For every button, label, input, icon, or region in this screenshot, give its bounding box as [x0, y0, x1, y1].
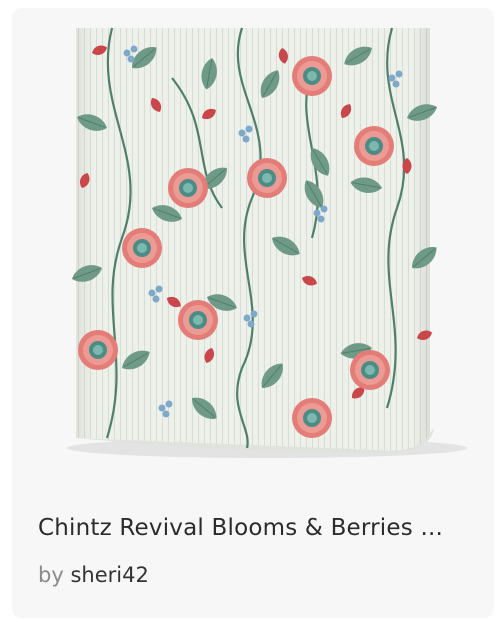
wallpaper-preview-image[interactable]	[12, 8, 494, 486]
product-title[interactable]: Chintz Revival Blooms & Berries ...	[38, 515, 478, 541]
by-prefix: by	[38, 563, 64, 587]
product-card[interactable]: Chintz Revival Blooms & Berries ... by s…	[12, 8, 494, 618]
designer-link[interactable]: sheri42	[70, 563, 148, 587]
designer-byline: by sheri42	[38, 563, 149, 587]
